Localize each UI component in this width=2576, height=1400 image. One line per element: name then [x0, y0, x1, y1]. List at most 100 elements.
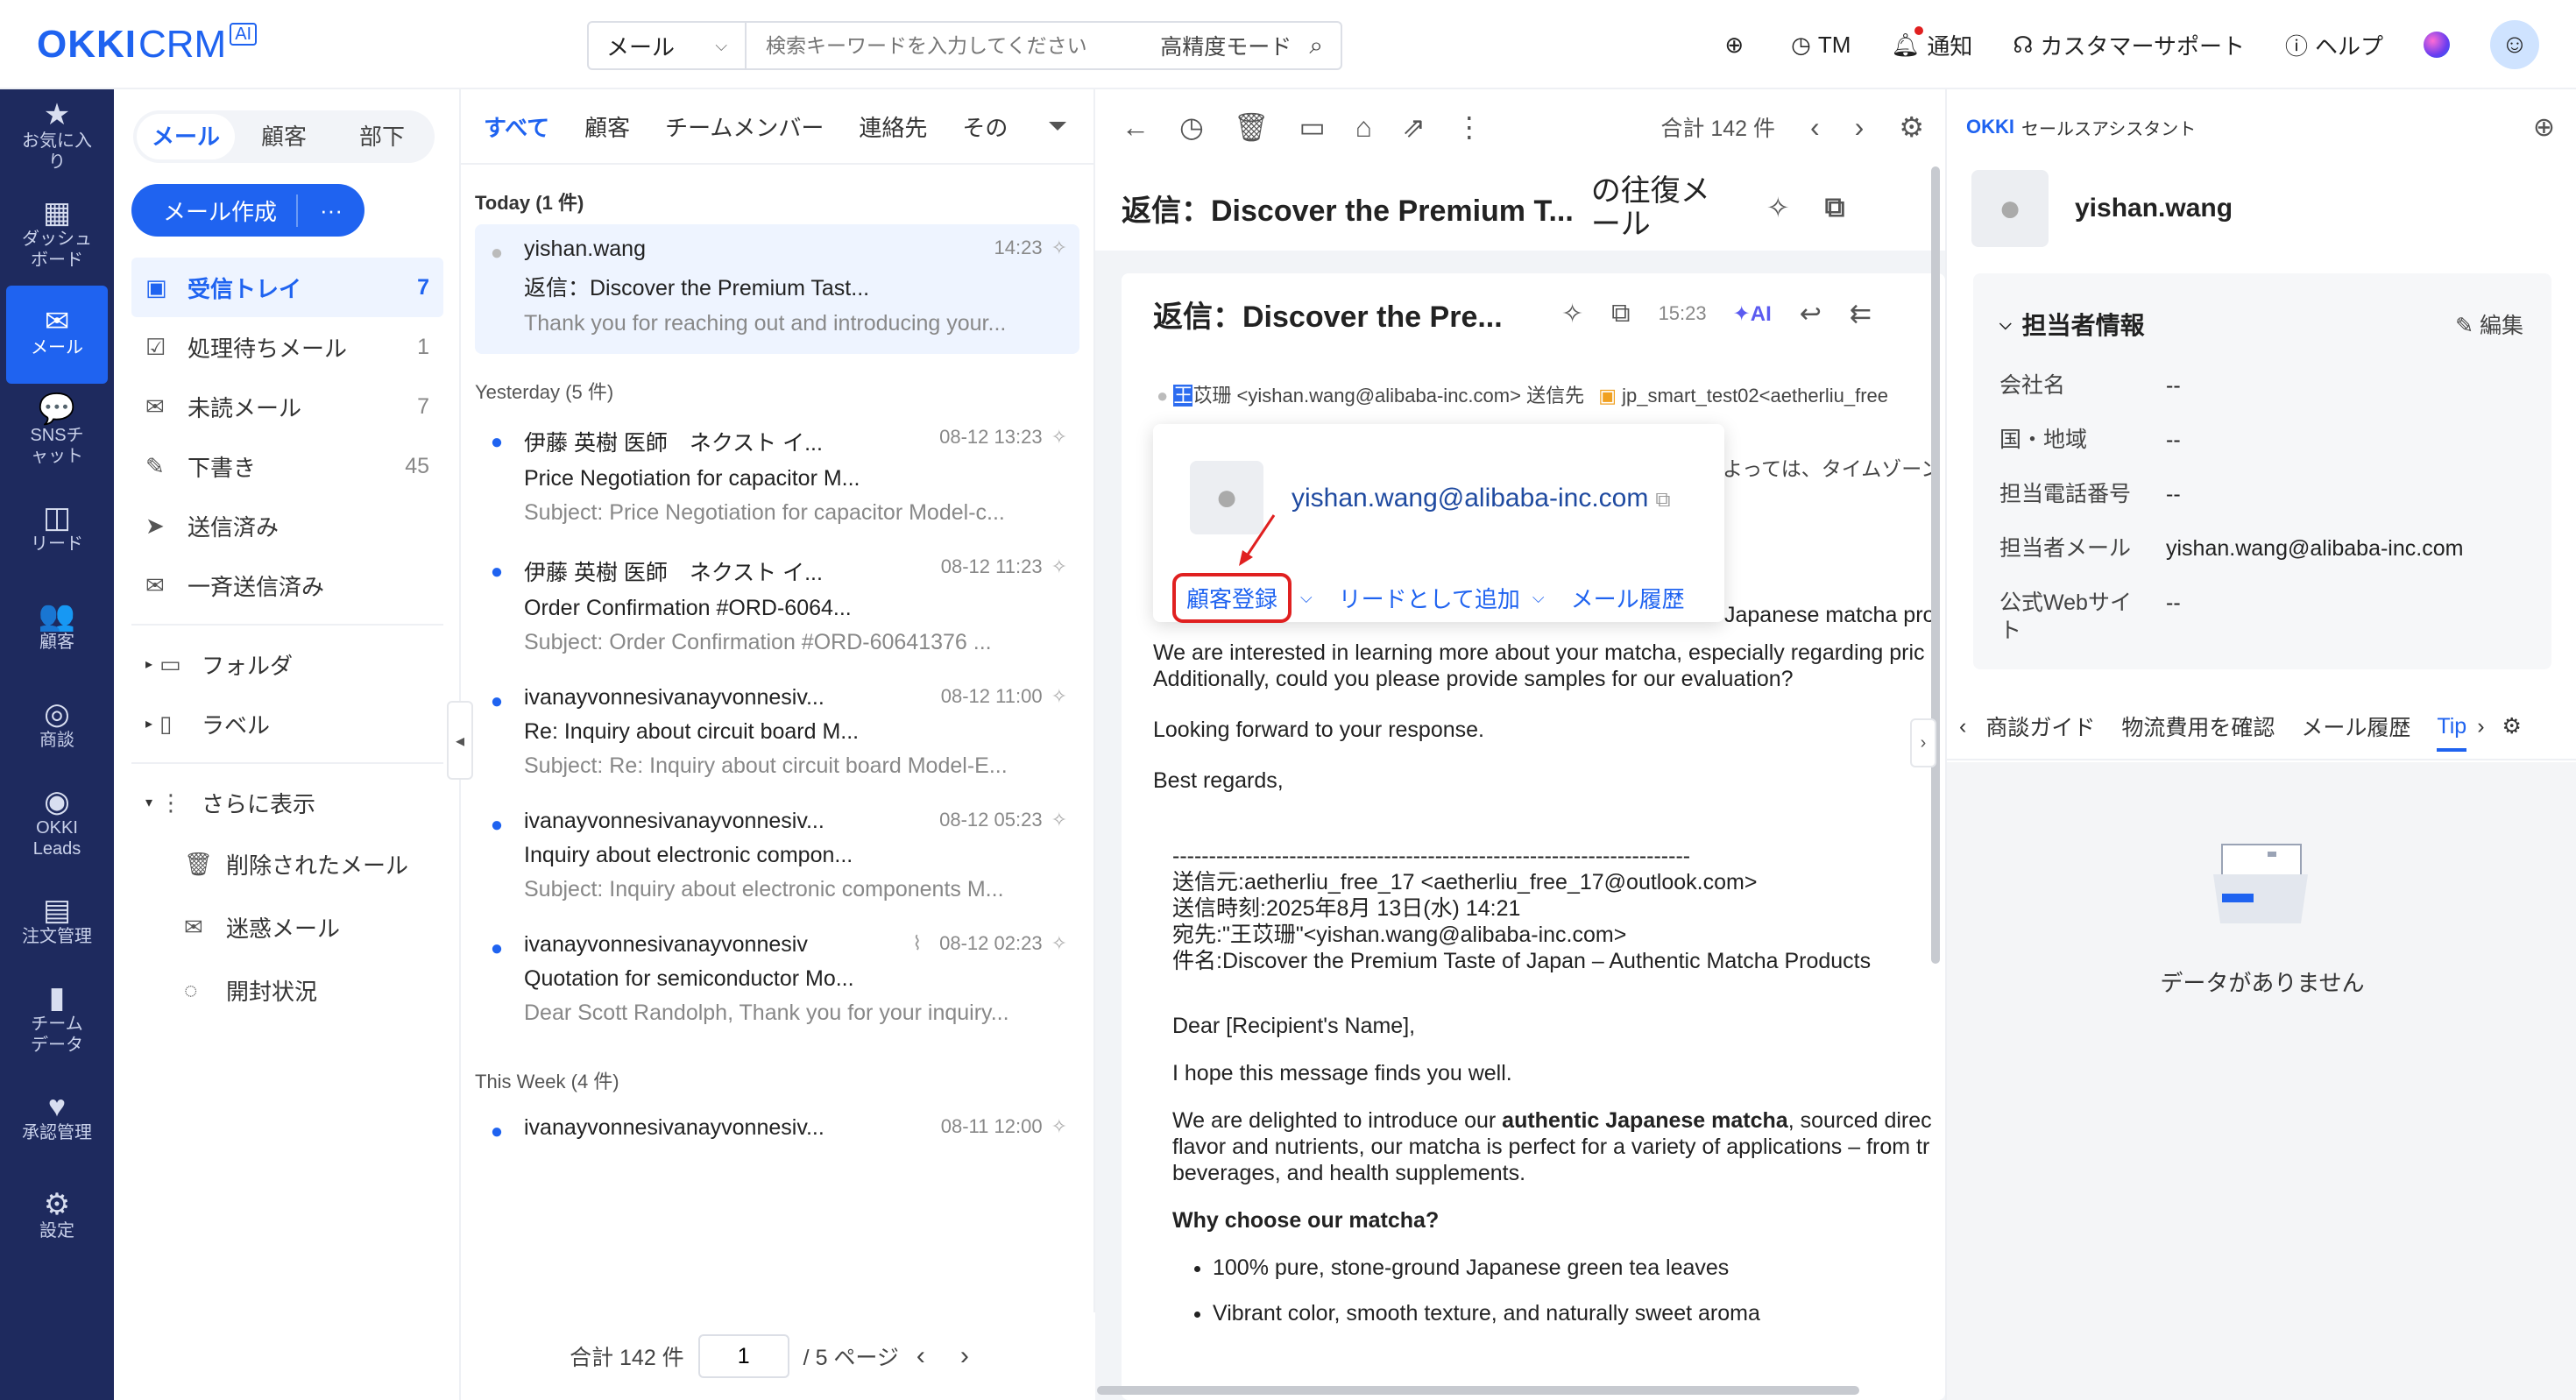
pin-icon[interactable]: ✧: [1766, 191, 1790, 224]
tab-tip[interactable]: Tip: [2437, 714, 2467, 752]
nav-dashboard[interactable]: ▦ ダッシュボード: [0, 187, 114, 286]
nav-sns-chat[interactable]: 💬 SNSチャット: [0, 384, 114, 482]
search-icon[interactable]: ⌕: [1309, 32, 1323, 60]
plus-circle-icon[interactable]: ⊕: [2533, 112, 2555, 143]
compose-more-button[interactable]: ···: [298, 197, 364, 224]
tab-customers[interactable]: 顧客: [584, 110, 630, 143]
pin-icon[interactable]: ✧: [1051, 809, 1067, 834]
folder-unread[interactable]: ✉ 未読メール 7: [131, 377, 443, 436]
gear-icon[interactable]: ⚙: [1899, 110, 1924, 144]
tab-contacts[interactable]: 連絡先: [859, 110, 927, 143]
search-scope-select[interactable]: メール ⌵: [589, 23, 747, 68]
tabs-prev-icon[interactable]: ‹: [1959, 714, 1966, 739]
prev-page-icon[interactable]: ‹: [916, 1341, 925, 1371]
support-button[interactable]: ☊ カスタマーサポート: [2013, 29, 2245, 61]
tab-deal-guide[interactable]: 商談ガイド: [1985, 711, 2095, 742]
chevron-down-icon[interactable]: ⌵: [1300, 589, 1313, 607]
tab-all[interactable]: すべて: [484, 110, 549, 143]
sender-name-highlight[interactable]: 王: [1173, 385, 1193, 407]
sidebar-collapse-handle[interactable]: ◂: [447, 701, 473, 780]
user-avatar[interactable]: ☺: [2490, 20, 2539, 69]
folder-pending[interactable]: ☑ 処理待ちメール 1: [131, 317, 443, 377]
next-page-icon[interactable]: ›: [960, 1341, 969, 1371]
group-folders[interactable]: ▸ ▭ フォルダ: [131, 634, 443, 694]
mail-history-button[interactable]: メール履歴: [1571, 582, 1685, 614]
reply-all-icon[interactable]: ⇇: [1850, 299, 1872, 329]
clock-icon[interactable]: ◷: [1179, 110, 1204, 144]
pin-icon[interactable]: ✧: [1051, 1115, 1067, 1141]
folder-open-status[interactable]: ◌ 開封状況: [131, 958, 443, 1022]
nav-okki-leads[interactable]: ◉ OKKI Leads: [0, 776, 114, 874]
mail-item[interactable]: ● 伊藤 英樹 医師 ネクスト イ... 08-12 11:23 ✧ Order C…: [475, 543, 1079, 673]
segment-subordinates[interactable]: 部下: [333, 114, 431, 159]
show-more-toggle[interactable]: ▾ ⋮ さらに表示: [131, 773, 443, 832]
horizontal-scrollbar[interactable]: [1097, 1386, 1859, 1395]
nav-team-data[interactable]: ▮ チームデータ: [0, 972, 114, 1071]
okki-crm-logo[interactable]: OKKI CRM AI: [37, 23, 258, 67]
chevron-down-icon[interactable]: ⌵: [1532, 589, 1545, 607]
help-button[interactable]: ⓘ ヘルプ: [2285, 29, 2383, 61]
folder-sent[interactable]: ➤ 送信済み: [131, 496, 443, 555]
tabs-next-icon[interactable]: ›: [2477, 714, 2484, 739]
folder-inbox[interactable]: ▣ 受信トレイ 7: [131, 258, 443, 317]
tab-logistics-cost[interactable]: 物流費用を確認: [2121, 711, 2275, 742]
next-mail-icon[interactable]: ›: [1855, 111, 1865, 144]
mail-item[interactable]: ● ivanayvonnesivanayvonnesiv ⌇ 08-12 02:23…: [475, 920, 1079, 1043]
folder-spam[interactable]: ✉ 迷惑メール: [131, 895, 443, 958]
mail-item[interactable]: ● ivanayvonnesivanayvonnesiv... 08-12 11:…: [475, 673, 1079, 796]
notify-button[interactable]: 🔔︎ 通知: [1891, 25, 1972, 61]
nav-mail[interactable]: ✉ メール: [6, 286, 108, 384]
contact-info-header[interactable]: ⌵ 担当者情報 ✎ 編集: [1973, 273, 2551, 342]
copy-icon[interactable]: ⧉: [1655, 488, 1670, 512]
back-icon[interactable]: ←: [1122, 111, 1150, 144]
compose-button[interactable]: メール作成: [131, 194, 298, 227]
mail-item[interactable]: ● ivanayvonnesivanayvonnesiv... 08-11 12:…: [475, 1103, 1079, 1158]
folder-bulk-sent[interactable]: ✉ 一斉送信済み: [131, 555, 443, 615]
external-open-icon[interactable]: ⧉: [1611, 299, 1630, 329]
folder-move-icon[interactable]: ▭: [1299, 110, 1326, 144]
filter-icon[interactable]: ⏷: [1048, 112, 1067, 141]
search-input[interactable]: [747, 33, 1161, 58]
nav-deals[interactable]: ◎ 商談: [0, 678, 114, 776]
mail-item[interactable]: ● ivanayvonnesivanayvonnesiv... 08-12 05:…: [475, 796, 1079, 920]
pin-icon[interactable]: ✧: [1561, 299, 1583, 329]
prev-mail-icon[interactable]: ‹: [1810, 111, 1820, 144]
folder-deleted[interactable]: 🗑 削除されたメール: [131, 832, 443, 895]
edit-button[interactable]: ✎ 編集: [2455, 308, 2523, 340]
nav-approval[interactable]: ♥ 承認管理: [0, 1071, 114, 1169]
add-button[interactable]: ⊕: [1724, 32, 1751, 59]
trash-icon[interactable]: 🗑︎: [1234, 110, 1270, 144]
pin-icon[interactable]: ✧: [1051, 426, 1067, 457]
mail-item[interactable]: ● 伊藤 英樹 医師 ネクスト イ... 08-12 13:23 ✧ Price N…: [475, 414, 1079, 543]
nav-settings[interactable]: ⚙ 設定: [0, 1169, 114, 1267]
group-labels[interactable]: ▸ ▯ ラベル: [131, 694, 443, 753]
add-as-lead-button[interactable]: リードとして追加: [1339, 582, 1520, 614]
nav-favorites[interactable]: ★ お気に入り: [0, 89, 114, 187]
tab-mail-history[interactable]: メール履歴: [2301, 711, 2410, 742]
tab-team-members[interactable]: チームメンバー: [665, 110, 824, 143]
segment-mail[interactable]: メール: [137, 114, 235, 159]
assistant-collapse-handle[interactable]: ›: [1910, 718, 1936, 767]
tm-button[interactable]: ◷ TM: [1791, 32, 1851, 59]
pin-icon[interactable]: ✧: [1051, 555, 1067, 587]
nav-leads[interactable]: ◫ リード: [0, 482, 114, 580]
folder-drafts[interactable]: ✎ 下書き 45: [131, 436, 443, 496]
segment-customers[interactable]: 顧客: [235, 114, 333, 159]
pin-icon[interactable]: ✧: [1051, 237, 1067, 262]
pin-icon[interactable]: ✧: [1051, 932, 1067, 958]
tab-other[interactable]: その: [962, 110, 1008, 143]
share-icon[interactable]: ⇗: [1402, 110, 1426, 144]
pager-page-input[interactable]: [697, 1334, 789, 1378]
nav-customers[interactable]: 👥 顧客: [0, 580, 114, 678]
ai-orb-button[interactable]: [2424, 32, 2450, 58]
ai-sparkle-icon[interactable]: ✦AI: [1733, 301, 1772, 327]
register-customer-button[interactable]: 顧客登録: [1172, 573, 1292, 623]
more-vertical-icon[interactable]: ⋮: [1455, 110, 1483, 144]
vertical-scrollbar[interactable]: [1931, 166, 1940, 964]
search-mode-toggle[interactable]: 高精度モード: [1160, 30, 1292, 61]
gear-icon[interactable]: ⚙: [2502, 713, 2522, 739]
mail-item[interactable]: ● yishan.wang 14:23 ✧ 返信：Discover the Prem…: [475, 224, 1079, 354]
pin-icon[interactable]: ✧: [1051, 685, 1067, 711]
reply-icon[interactable]: ↩: [1800, 299, 1822, 329]
external-open-icon[interactable]: ⧉: [1825, 191, 1845, 224]
